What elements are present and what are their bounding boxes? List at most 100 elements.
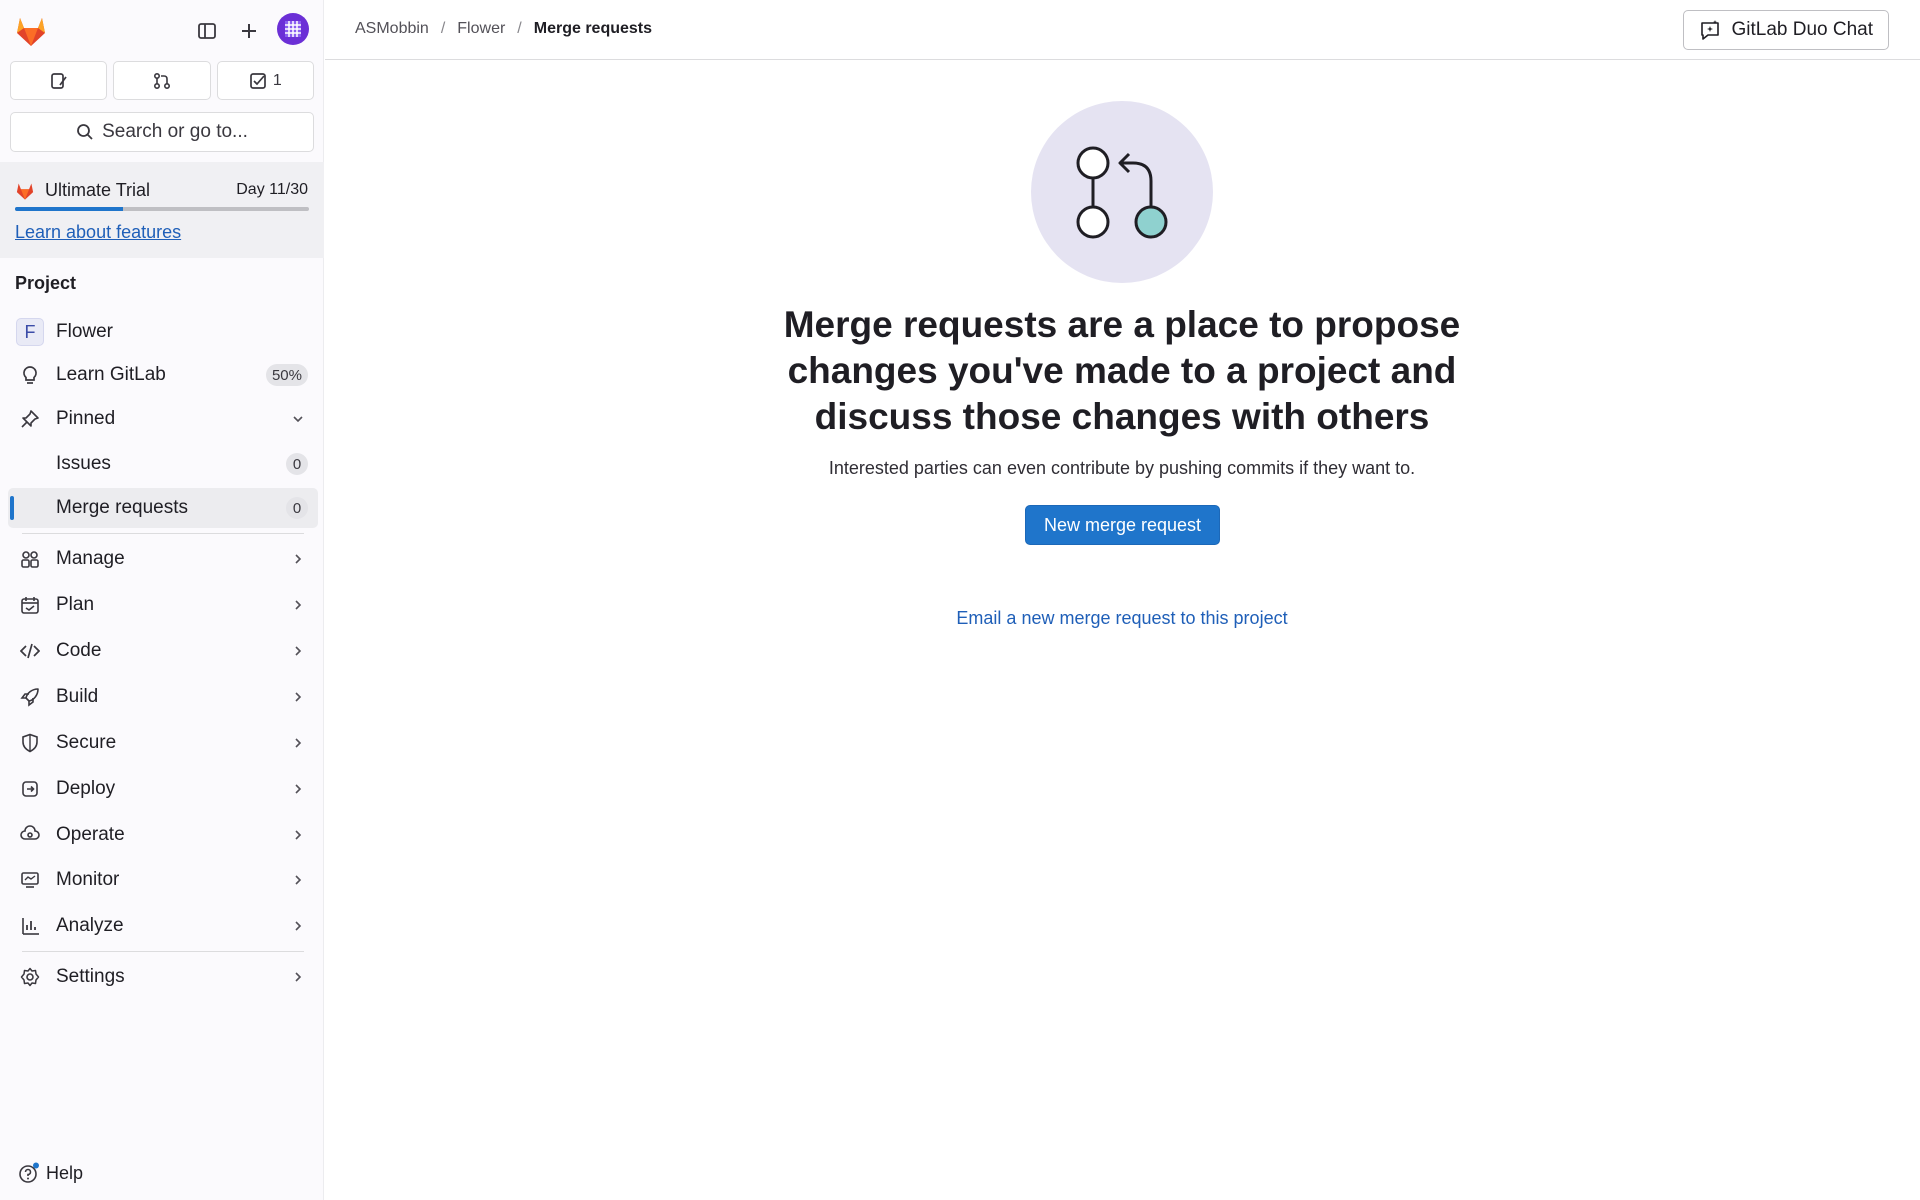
sidebar-item-learn-gitlab[interactable]: Learn GitLab 50% <box>8 355 318 395</box>
pin-icon <box>20 409 40 429</box>
code-icon <box>20 641 40 661</box>
sidebar-item-monitor[interactable]: Monitor <box>8 860 318 900</box>
sidebar-item-label: Merge requests <box>56 497 189 518</box>
chevron-right-icon <box>290 551 306 567</box>
todo-icon <box>249 72 267 90</box>
sidebar-divider <box>22 951 304 952</box>
search-button[interactable]: Search or go to... <box>10 112 314 152</box>
sidebar-item-label: Pinned <box>56 408 116 429</box>
new-merge-request-button[interactable]: New merge request <box>1025 505 1220 545</box>
help-button[interactable]: Help <box>18 1162 83 1184</box>
gitlab-duo-chat-button[interactable]: GitLab Duo Chat <box>1683 10 1889 50</box>
breadcrumb: ASMobbin / Flower / Merge requests <box>355 20 652 38</box>
help-icon <box>18 1162 40 1184</box>
breadcrumb-current[interactable]: Merge requests <box>534 20 652 38</box>
sidebar-item-build[interactable]: Build <box>8 677 318 717</box>
email-merge-request-link[interactable]: Email a new merge request to this projec… <box>956 608 1287 628</box>
chevron-down-icon <box>290 411 306 427</box>
merge-request-icon <box>153 72 171 90</box>
sidebar-item-label: Monitor <box>56 869 120 890</box>
empty-state-description: Interested parties can even contribute b… <box>828 458 1416 478</box>
sidebar-item-label: Manage <box>56 548 125 569</box>
deploy-icon <box>20 779 40 799</box>
chevron-right-icon <box>290 781 306 797</box>
top-header: ASMobbin / Flower / Merge requests GitLa… <box>325 0 1920 60</box>
manage-icon <box>20 549 40 569</box>
sidebar-item-settings[interactable]: Settings <box>8 957 318 997</box>
email-merge-request-container: Email a new merge request to this projec… <box>722 608 1522 629</box>
empty-state-title-line: discuss those changes with others <box>814 396 1430 437</box>
chevron-right-icon <box>290 918 306 934</box>
chevron-right-icon <box>290 872 306 888</box>
chevron-right-icon <box>290 597 306 613</box>
sidebar-item-code[interactable]: Code <box>8 631 318 671</box>
sidebar-item-pinned[interactable]: Pinned <box>8 399 318 439</box>
sidebar-item-label: Code <box>56 640 102 661</box>
breadcrumb-separator: / <box>517 20 522 37</box>
sidebar-item-label: Flower <box>56 321 114 342</box>
chevron-right-icon <box>290 827 306 843</box>
analyze-icon <box>20 916 40 936</box>
assigned-issues-button[interactable] <box>10 61 108 100</box>
sidebar-item-label: Plan <box>56 594 95 615</box>
user-avatar[interactable] <box>276 12 310 46</box>
project-avatar: F <box>16 318 44 346</box>
sidebar-item-label: Learn GitLab <box>56 364 166 385</box>
issues-icon <box>50 72 68 90</box>
sidebar-item-analyze[interactable]: Analyze <box>8 906 318 946</box>
merge-requests-button[interactable] <box>113 61 211 100</box>
issues-count-badge: 0 <box>286 453 308 475</box>
trial-progress-bar <box>15 207 309 211</box>
todos-button[interactable]: 1 <box>216 61 314 100</box>
plus-icon[interactable] <box>234 16 264 46</box>
operate-icon <box>20 825 40 845</box>
sidebar-item-label: Analyze <box>56 915 124 936</box>
trial-title[interactable]: Ultimate Trial <box>45 180 150 201</box>
quick-actions: 1 <box>10 61 314 100</box>
sidebar-item-issues[interactable]: Issues 0 <box>8 444 318 484</box>
build-icon <box>20 687 40 707</box>
sidebar-item-merge-requests[interactable]: Merge requests 0 <box>8 488 318 528</box>
todos-count: 1 <box>272 71 282 89</box>
empty-state-title-line: Merge requests are a place to propose <box>783 304 1461 345</box>
sidebar-item-secure[interactable]: Secure <box>8 723 318 763</box>
sidebar-item-label: Build <box>56 686 99 707</box>
chevron-right-icon <box>290 969 306 985</box>
sidebar-item-plan[interactable]: Plan <box>8 585 318 625</box>
duo-chat-icon <box>1699 19 1721 41</box>
sidebar-topbar <box>0 0 324 60</box>
monitor-icon <box>20 870 40 890</box>
merge-request-illustration <box>1031 101 1213 283</box>
gitlab-small-logo-icon <box>14 180 36 202</box>
search-icon <box>76 123 94 141</box>
sidebar-item-manage[interactable]: Manage <box>8 539 318 579</box>
breadcrumb-group[interactable]: ASMobbin <box>355 20 429 38</box>
gitlab-logo-icon[interactable] <box>12 12 50 50</box>
sidebar-divider <box>22 533 304 534</box>
empty-state-title-line: changes you've made to a project and <box>787 350 1457 391</box>
help-label: Help <box>46 1162 84 1183</box>
shield-icon <box>20 733 40 753</box>
sidebar-item-label: Deploy <box>56 778 116 799</box>
plan-icon <box>20 595 40 615</box>
search-label: Search or go to... <box>102 121 248 142</box>
sidebar-item-project[interactable]: F Flower <box>8 312 318 352</box>
learn-progress-badge: 50% <box>265 364 308 386</box>
collapse-sidebar-icon[interactable] <box>192 16 222 46</box>
breadcrumb-separator: / <box>440 20 446 37</box>
chevron-right-icon <box>290 643 306 659</box>
chevron-right-icon <box>290 689 306 705</box>
learn-about-features-link[interactable]: Learn about features <box>15 222 181 243</box>
sidebar-item-operate[interactable]: Operate <box>8 815 318 855</box>
breadcrumb-project[interactable]: Flower <box>457 20 505 38</box>
sidebar-item-deploy[interactable]: Deploy <box>8 769 318 809</box>
gear-icon <box>20 967 40 987</box>
sidebar-item-label: Operate <box>56 824 125 845</box>
sidebar-item-label: Secure <box>56 732 117 753</box>
empty-state-title: Merge requests are a place to propose ch… <box>722 302 1522 440</box>
section-title-project: Project <box>15 273 77 293</box>
lightbulb-icon <box>20 365 40 385</box>
sidebar: 1 Search or go to... Ultimate Trial Day … <box>0 0 324 1200</box>
sidebar-item-label: Settings <box>56 966 125 987</box>
trial-day: Day 11/30 <box>236 181 308 198</box>
